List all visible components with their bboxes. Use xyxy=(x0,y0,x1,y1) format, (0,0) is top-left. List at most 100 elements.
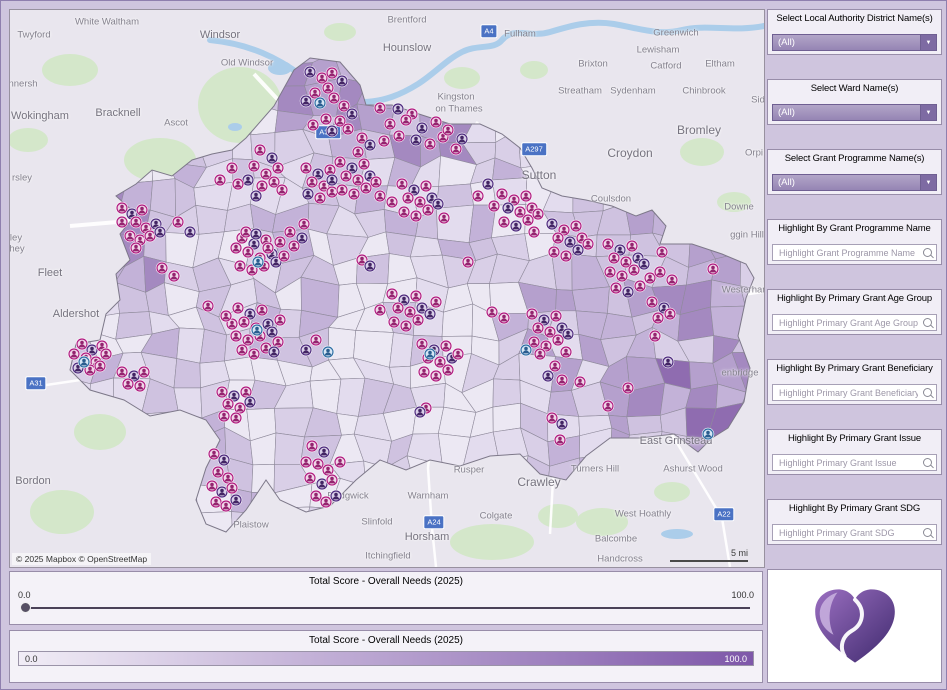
grant-marker[interactable] xyxy=(299,343,313,357)
grant-marker[interactable] xyxy=(385,195,399,209)
grant-marker[interactable] xyxy=(345,107,359,121)
grant-marker[interactable] xyxy=(363,259,377,273)
grant-marker[interactable] xyxy=(333,455,347,469)
grant-marker[interactable] xyxy=(313,96,327,110)
grant-marker[interactable] xyxy=(399,113,413,127)
grant-marker[interactable] xyxy=(251,255,265,269)
grant-marker[interactable] xyxy=(231,177,245,191)
grant-marker[interactable] xyxy=(115,215,129,229)
grant-marker[interactable] xyxy=(325,173,339,187)
grant-marker[interactable] xyxy=(225,161,239,175)
highlight-beneficiary-search[interactable] xyxy=(772,384,937,401)
grant-marker[interactable] xyxy=(271,161,285,175)
slider-handle[interactable] xyxy=(20,602,31,613)
highlight-issue-input[interactable] xyxy=(777,456,920,469)
grant-marker[interactable] xyxy=(229,411,243,425)
grant-marker[interactable] xyxy=(325,473,339,487)
grant-marker[interactable] xyxy=(249,189,263,203)
grant-programme-dropdown[interactable]: (All) xyxy=(772,174,937,191)
ward-cell[interactable] xyxy=(437,406,477,438)
grant-marker[interactable] xyxy=(275,183,289,197)
grant-marker[interactable] xyxy=(663,307,677,321)
grant-marker[interactable] xyxy=(133,379,147,393)
grant-marker[interactable] xyxy=(533,347,547,361)
grant-marker[interactable] xyxy=(559,345,573,359)
grant-marker[interactable] xyxy=(541,369,555,383)
grant-marker[interactable] xyxy=(373,101,387,115)
grant-marker[interactable] xyxy=(167,269,181,283)
grant-marker[interactable] xyxy=(519,343,533,357)
grant-marker[interactable] xyxy=(655,245,669,259)
grant-marker[interactable] xyxy=(249,227,263,241)
grant-marker[interactable] xyxy=(637,257,651,271)
grant-marker[interactable] xyxy=(553,433,567,447)
ward-cell[interactable] xyxy=(492,378,521,408)
grant-marker[interactable] xyxy=(93,359,107,373)
highlight-age-group-search[interactable] xyxy=(772,314,937,331)
grant-marker[interactable] xyxy=(250,323,264,337)
chevron-down-icon[interactable] xyxy=(920,105,936,120)
grant-marker[interactable] xyxy=(373,303,387,317)
grant-marker[interactable] xyxy=(299,94,313,108)
ward-cell[interactable] xyxy=(199,328,227,364)
grant-marker[interactable] xyxy=(341,122,355,136)
grant-marker[interactable] xyxy=(306,118,320,132)
grant-marker[interactable] xyxy=(531,207,545,221)
grant-marker[interactable] xyxy=(633,279,647,293)
grant-marker[interactable] xyxy=(229,493,243,507)
grant-marker[interactable] xyxy=(335,74,349,88)
grant-marker[interactable] xyxy=(255,303,269,317)
grant-marker[interactable] xyxy=(423,347,437,361)
grant-marker[interactable] xyxy=(383,117,397,131)
grant-marker[interactable] xyxy=(661,355,675,369)
grant-marker[interactable] xyxy=(701,427,715,441)
highlight-beneficiary-input[interactable] xyxy=(777,386,920,399)
grant-marker[interactable] xyxy=(665,273,679,287)
grant-marker[interactable] xyxy=(461,255,475,269)
grant-marker[interactable] xyxy=(377,134,391,148)
ward-cell[interactable] xyxy=(571,286,610,314)
grant-marker[interactable] xyxy=(77,355,91,369)
grant-marker[interactable] xyxy=(497,311,511,325)
grant-marker[interactable] xyxy=(471,189,485,203)
grant-marker[interactable] xyxy=(213,173,227,187)
grant-marker[interactable] xyxy=(201,299,215,313)
grant-marker[interactable] xyxy=(561,327,575,341)
grant-marker[interactable] xyxy=(363,138,377,152)
highlight-age-group-input[interactable] xyxy=(777,316,920,329)
grant-marker[interactable] xyxy=(219,309,233,323)
grant-marker[interactable] xyxy=(137,365,151,379)
grant-marker[interactable] xyxy=(183,225,197,239)
grant-marker[interactable] xyxy=(273,313,287,327)
grant-marker[interactable] xyxy=(648,329,662,343)
grant-marker[interactable] xyxy=(437,211,451,225)
highlight-programme-search[interactable] xyxy=(772,244,937,261)
grant-marker[interactable] xyxy=(431,197,445,211)
grant-marker[interactable] xyxy=(573,375,587,389)
ward-cell[interactable] xyxy=(389,332,414,368)
grant-marker[interactable] xyxy=(481,177,495,191)
grant-marker[interactable] xyxy=(423,307,437,321)
grant-marker[interactable] xyxy=(581,237,595,251)
grant-marker[interactable] xyxy=(299,455,313,469)
ward-cell[interactable] xyxy=(173,358,201,389)
grant-marker[interactable] xyxy=(297,217,311,231)
highlight-issue-search[interactable] xyxy=(772,454,937,471)
grant-marker[interactable] xyxy=(601,399,615,413)
highlight-programme-input[interactable] xyxy=(777,246,920,259)
grant-marker[interactable] xyxy=(555,417,569,431)
needs-map[interactable]: Twyford White Waltham Windsor Old Windsor Br… xyxy=(9,9,765,568)
grant-marker[interactable] xyxy=(325,124,339,138)
grant-marker[interactable] xyxy=(129,241,143,255)
grant-marker[interactable] xyxy=(706,262,720,276)
grant-marker[interactable] xyxy=(229,241,243,255)
grant-marker[interactable] xyxy=(267,345,281,359)
grant-marker[interactable] xyxy=(392,129,406,143)
grant-marker[interactable] xyxy=(415,121,429,135)
chevron-down-icon[interactable] xyxy=(920,35,936,50)
slider-track[interactable] xyxy=(20,602,750,613)
chevron-down-icon[interactable] xyxy=(920,175,936,190)
grant-marker[interactable] xyxy=(441,363,455,377)
grant-marker[interactable] xyxy=(423,137,437,151)
grant-marker[interactable] xyxy=(441,123,455,137)
